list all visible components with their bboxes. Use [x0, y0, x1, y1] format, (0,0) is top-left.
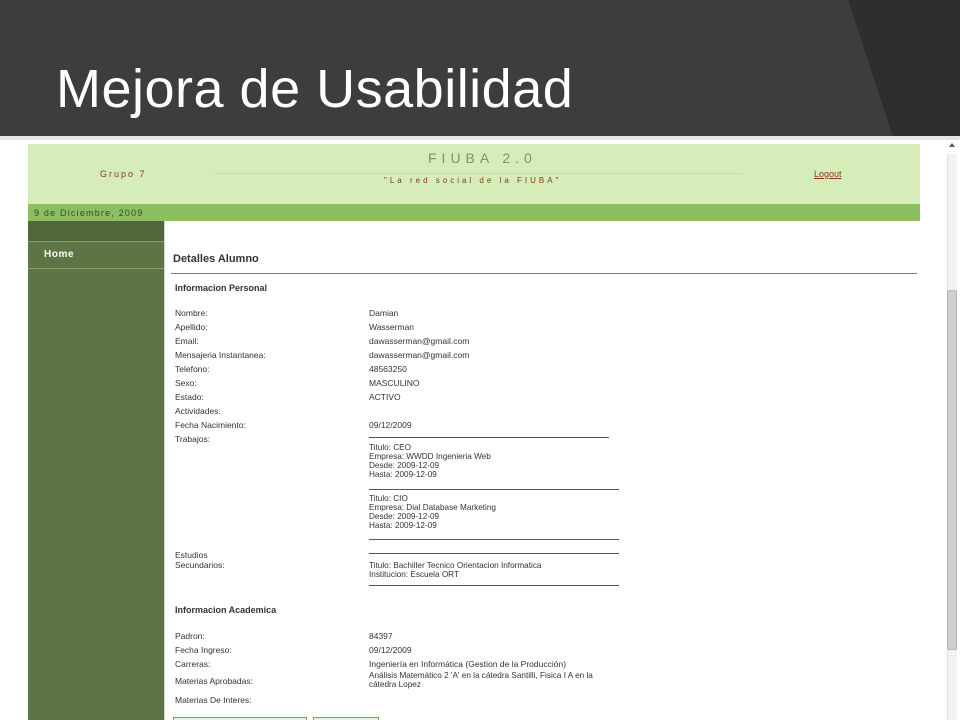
trabajo-1-titulo: Titulo: CEO: [369, 443, 412, 452]
label-materias-interes: Materias De Interes:: [175, 695, 252, 705]
trabajo-2-empresa: Empresa: Dial Database Marketing: [369, 503, 496, 512]
scrollbar-thumb[interactable]: [947, 290, 957, 650]
page-title: Detalles Alumno: [173, 253, 259, 265]
value-carreras: Ingeniería en Informática (Gestion de la…: [369, 659, 567, 669]
trabajo-2-desde: Desde: 2009-12-09: [369, 512, 440, 521]
value-sexo: MASCULINO: [369, 378, 420, 388]
label-estado: Estado:: [175, 392, 204, 402]
materias-aprobadas-line-1: Análisis Matemático 2 'A' en la cátedra …: [369, 671, 593, 680]
label-materias-aprobadas: Materias Aprobadas:: [175, 676, 253, 686]
label-estudios-2: Secundarios:: [175, 560, 225, 570]
separator-line: [369, 553, 619, 554]
label-apellido: Apellido:: [175, 322, 208, 332]
main-content: Detalles Alumno Informacion Personal Nom…: [164, 221, 920, 720]
label-actividades: Actividades:: [175, 406, 221, 416]
trabajo-2-hasta: Hasta: 2009-12-09: [369, 521, 437, 530]
value-padron: 84397: [369, 631, 393, 641]
label-carreras: Carreras:: [175, 659, 211, 669]
trabajo-1-hasta: Hasta: 2009-12-09: [369, 470, 437, 479]
current-date: 9 de Diciembre, 2009: [34, 208, 144, 218]
slide-header: Mejora de Usabilidad: [0, 0, 960, 136]
slide-title: Mejora de Usabilidad: [56, 59, 574, 119]
sidebar: Home: [28, 221, 164, 720]
scroll-up-icon[interactable]: [947, 140, 957, 150]
date-bar: 9 de Diciembre, 2009: [28, 204, 920, 221]
label-telefono: Telefono:: [175, 364, 210, 374]
value-apellido: Wasserman: [369, 322, 415, 332]
label-mensajeria: Mensajeria Instantanea:: [175, 350, 266, 360]
label-sexo: Sexo:: [175, 378, 197, 388]
banner-divider: [214, 173, 742, 174]
title-divider: [171, 273, 917, 274]
label-nombre: Nombre:: [175, 308, 208, 318]
trabajo-2-titulo: Titulo: CIO: [369, 494, 408, 503]
estudios-titulo: Titulo: Bachiller Tecnico Orientacion In…: [369, 561, 542, 570]
slide-header-fold: [848, 0, 960, 136]
estudios-institucion: Institucion: Escuela ORT: [369, 570, 459, 579]
separator-line: [369, 539, 619, 540]
group-label: Grupo 7: [100, 169, 147, 179]
value-email: dawasserman@gmail.com: [369, 336, 470, 346]
trabajo-entry-1: Titulo: CEO Empresa: WWDD Ingenieria Web…: [369, 443, 491, 479]
logout-link[interactable]: Logout: [814, 169, 842, 179]
label-estudios-1: Estudios: [175, 550, 208, 560]
sidebar-item-label: Home: [44, 249, 75, 260]
sidebar-top-strip: [28, 221, 164, 241]
label-email: Email:: [175, 336, 199, 346]
estudios-entry: Titulo: Bachiller Tecnico Orientacion In…: [369, 561, 541, 579]
site-brand: FIUBA 2.0: [428, 150, 537, 166]
separator-line: [369, 585, 619, 586]
trabajo-entry-2: Titulo: CIO Empresa: Dial Database Marke…: [369, 494, 496, 530]
site-tagline: "La red social de la FIUBA": [384, 176, 562, 185]
separator-line: [369, 437, 609, 438]
slide-rule: [0, 136, 960, 140]
value-materias-aprobadas: Análisis Matemático 2 'A' en la cátedra …: [369, 671, 593, 689]
sidebar-item-home[interactable]: Home: [28, 241, 164, 269]
label-padron: Padron:: [175, 631, 205, 641]
vertical-scrollbar[interactable]: [944, 140, 960, 720]
site-banner: Grupo 7 FIUBA 2.0 "La red social de la F…: [28, 144, 920, 204]
separator-line: [369, 489, 619, 490]
section-title-personal: Informacion Personal: [175, 283, 268, 293]
section-title-academica: Informacion Academica: [175, 605, 277, 615]
label-trabajos: Trabajos:: [175, 434, 211, 444]
value-estado: ACTIVO: [369, 392, 401, 402]
trabajo-1-desde: Desde: 2009-12-09: [369, 461, 440, 470]
value-telefono: 48563250: [369, 364, 407, 374]
screenshot-frame: Grupo 7 FIUBA 2.0 "La red social de la F…: [28, 144, 920, 720]
label-fecha-ingreso: Fecha Ingreso:: [175, 645, 232, 655]
value-nombre: Damian: [369, 308, 399, 318]
value-fecha-ingreso: 09/12/2009: [369, 645, 412, 655]
label-fecha-nacimiento: Fecha Nacimiento:: [175, 420, 246, 430]
trabajo-1-empresa: Empresa: WWDD Ingenieria Web: [369, 452, 491, 461]
value-mensajeria: dawasserman@gmail.com: [369, 350, 470, 360]
value-fecha-nacimiento: 09/12/2009: [369, 420, 412, 430]
materias-aprobadas-line-2: cátedra Lopez: [369, 680, 421, 689]
